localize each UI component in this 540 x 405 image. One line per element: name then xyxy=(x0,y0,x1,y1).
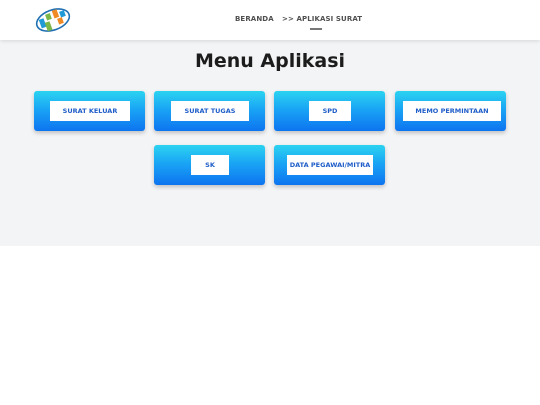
nav-link-aplikasi-surat[interactable]: >> APLIKASI SURAT xyxy=(282,15,362,23)
menu-card-sk[interactable]: SK xyxy=(154,145,265,185)
menu-label-surat-keluar[interactable]: SURAT KELUAR xyxy=(50,101,130,121)
menu-card-data-pegawai-mitra[interactable]: DATA PEGAWAI/MITRA xyxy=(274,145,385,185)
menu-card-spd[interactable]: SPD xyxy=(274,91,385,131)
menu-label-memo-permintaan[interactable]: MEMO PERMINTAAN xyxy=(403,101,501,121)
menu-card-surat-tugas[interactable]: SURAT TUGAS xyxy=(154,91,265,131)
top-navbar: BERANDA >> APLIKASI SURAT xyxy=(0,0,540,40)
nav-link-beranda[interactable]: BERANDA xyxy=(235,15,274,23)
menu-label-data-pegawai-mitra[interactable]: DATA PEGAWAI/MITRA xyxy=(287,155,373,175)
menu-label-spd[interactable]: SPD xyxy=(309,101,351,121)
bps-logo[interactable] xyxy=(34,5,72,35)
menu-card-memo-permintaan[interactable]: MEMO PERMINTAAN xyxy=(395,91,506,131)
active-nav-indicator xyxy=(310,28,322,30)
page-footer-area xyxy=(0,246,540,405)
page-title: Menu Aplikasi xyxy=(194,50,346,72)
menu-label-sk[interactable]: SK xyxy=(191,155,229,175)
menu-label-surat-tugas[interactable]: SURAT TUGAS xyxy=(171,101,249,121)
menu-card-surat-keluar[interactable]: SURAT KELUAR xyxy=(34,91,145,131)
